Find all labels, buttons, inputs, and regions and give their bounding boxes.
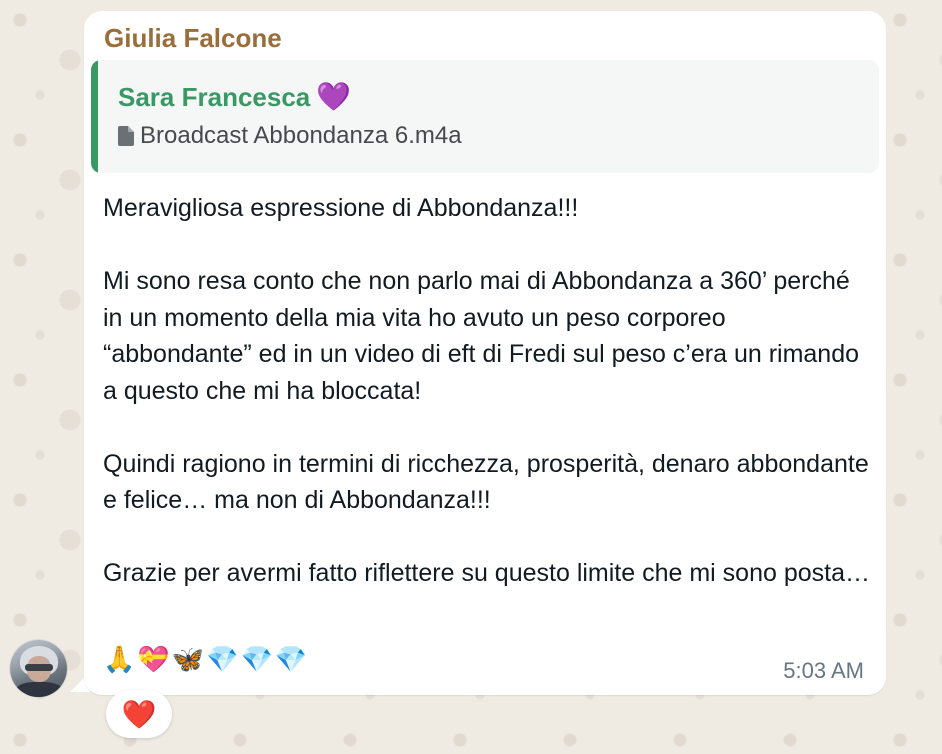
message-text: Meravigliosa espressione di Abbondanza!!…: [103, 190, 873, 592]
message-paragraph: Grazie per avermi fatto riflettere su qu…: [103, 559, 870, 587]
quoted-author-name: Sara Francesca: [118, 82, 311, 112]
message-paragraph: Quindi ragiono in termini di ricchezza, …: [103, 449, 869, 515]
message-paragraph: Meravigliosa espressione di Abbondanza!!…: [103, 194, 579, 222]
sender-name[interactable]: Giulia Falcone: [104, 23, 282, 54]
purple-heart-emoji: 💜: [316, 81, 352, 112]
document-icon: [118, 126, 134, 146]
heart-reaction[interactable]: ❤️: [106, 690, 172, 738]
message-timestamp: 5:03 AM: [783, 658, 864, 683]
sender-avatar[interactable]: [10, 640, 67, 697]
message-bubble[interactable]: Giulia Falcone Sara Francesca 💜 Broadcast…: [84, 11, 886, 695]
emoji-line: 🙏💝🦋💎💎💎: [103, 644, 310, 674]
quoted-message[interactable]: Sara Francesca 💜 Broadcast Abbondanza 6.m…: [91, 60, 879, 173]
message-paragraph: Mi sono resa conto che non parlo mai di …: [103, 267, 860, 405]
quoted-file: Broadcast Abbondanza 6.m4a: [118, 122, 462, 150]
quote-accent-bar: [91, 60, 98, 173]
quoted-file-name: Broadcast Abbondanza 6.m4a: [140, 122, 462, 149]
quoted-author: Sara Francesca 💜: [118, 80, 351, 113]
